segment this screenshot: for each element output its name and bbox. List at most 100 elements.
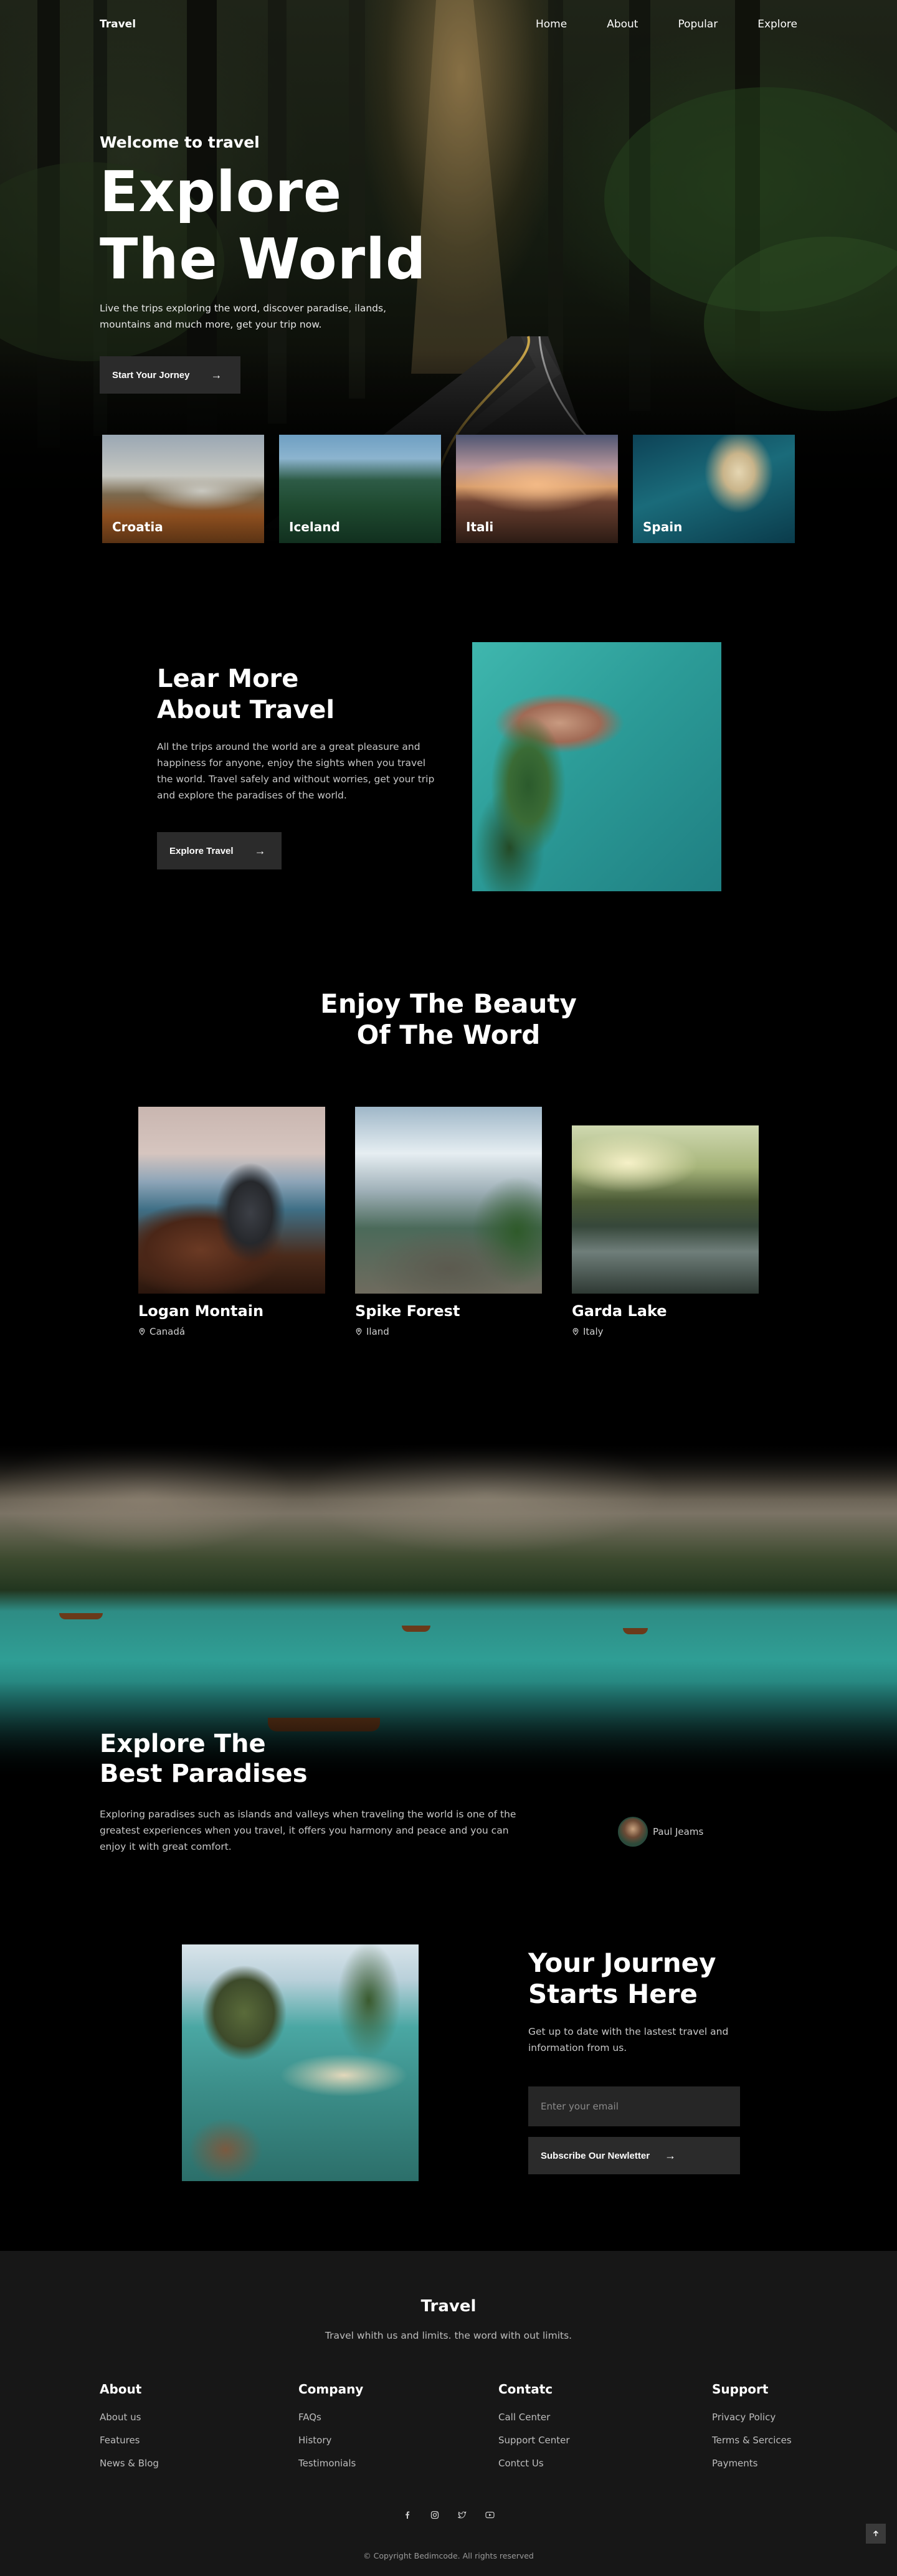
destination-label: Spain (643, 519, 683, 534)
start-journey-button[interactable]: Start Your Jorney → (100, 356, 240, 394)
destination-card-iceland[interactable]: Iceland (279, 435, 441, 543)
place-card[interactable]: Logan Montain Canadá (138, 1107, 325, 1337)
arrow-right-icon: → (211, 368, 222, 381)
journey-description: Get up to date with the lastest travel a… (528, 2026, 729, 2053)
footer-link[interactable]: Features (100, 2435, 159, 2446)
place-location-text: Iland (366, 1326, 389, 1337)
place-image (572, 1125, 759, 1294)
subscribe-button[interactable]: Subscribe Our Newletter → (528, 2137, 740, 2174)
arrow-up-icon (873, 2530, 879, 2536)
place-card[interactable]: Garda Lake Italy (572, 1125, 759, 1337)
footer-column-title: Support (712, 2382, 769, 2397)
location-pin-icon (139, 1328, 145, 1335)
place-location: Italy (572, 1326, 759, 1337)
place-name: Spike Forest (355, 1302, 460, 1320)
destination-label: Itali (466, 519, 494, 534)
footer-link[interactable]: Support Center (498, 2435, 570, 2446)
youtube-icon[interactable] (485, 2510, 495, 2520)
arrow-right-icon: → (665, 2149, 676, 2162)
paradise-fade-top (0, 1444, 897, 1500)
beauty-title-line2: Of The Word (356, 1020, 541, 1050)
footer: Travel Travel whith us and limits. the w… (0, 2251, 897, 2576)
footer-link[interactable]: Contct Us (498, 2458, 570, 2469)
social-links (399, 2510, 498, 2520)
footer-link[interactable]: Privacy Policy (712, 2412, 792, 2423)
paradise-title-line1: Explore The (100, 1730, 266, 1758)
footer-column-title: About (100, 2382, 142, 2397)
place-image (138, 1107, 325, 1294)
destination-card-spain[interactable]: Spain (633, 435, 795, 543)
arrow-right-icon: → (254, 844, 266, 857)
footer-link[interactable]: News & Blog (100, 2458, 159, 2469)
explore-travel-button[interactable]: Explore Travel → (157, 832, 282, 869)
explore-travel-label: Explore Travel (169, 845, 234, 856)
destination-card-croatia[interactable]: Croatia (102, 435, 264, 543)
footer-logo[interactable]: Travel (0, 2297, 897, 2316)
nav-item-explore[interactable]: Explore (757, 18, 797, 31)
destination-label: Croatia (112, 519, 163, 534)
nav-logo[interactable]: Travel (100, 18, 136, 31)
paradise-description: Exploring paradises such as islands and … (100, 1809, 516, 1852)
place-location: Canadá (138, 1326, 325, 1337)
footer-column-company: Company FAQs History Testimonials (298, 2382, 363, 2481)
aerial-island-image (472, 642, 721, 891)
footer-column-support: Support Privacy Policy Terms & Sercices … (712, 2382, 792, 2481)
location-pin-icon (356, 1328, 362, 1335)
footer-column-about: About About us Features News & Blog (100, 2382, 159, 2481)
author-name: Paul Jeams (653, 1826, 704, 1837)
start-journey-label: Start Your Jorney (112, 369, 190, 381)
learn-more-title-line2: About Travel (157, 696, 335, 724)
paradise-title-line2: Best Paradises (100, 1759, 308, 1788)
place-card[interactable]: Spike Forest Iland (355, 1107, 542, 1337)
hero-title-line2: The World (100, 227, 427, 292)
place-location: Iland (355, 1326, 542, 1337)
main-nav: Home About Popular Explore (536, 18, 797, 31)
footer-link[interactable]: Testimonials (298, 2458, 363, 2469)
place-image (355, 1107, 542, 1294)
learn-more-description: All the trips around the world are a gre… (157, 741, 435, 801)
avatar (618, 1817, 648, 1847)
footer-link[interactable]: Call Center (498, 2412, 570, 2423)
footer-link[interactable]: FAQs (298, 2412, 363, 2423)
boat-shape (623, 1628, 648, 1634)
facebook-icon[interactable] (402, 2510, 412, 2520)
hero-description: Live the trips exploring the word, disco… (100, 303, 387, 330)
footer-tagline: Travel whith us and limits. the word wit… (325, 2330, 572, 2341)
subscribe-label: Subscribe Our Newletter (541, 2150, 650, 2161)
footer-link[interactable]: About us (100, 2412, 159, 2423)
nav-item-about[interactable]: About (607, 18, 638, 31)
hero-kicker: Welcome to travel (100, 133, 260, 151)
beauty-title-line1: Enjoy The Beauty (320, 988, 577, 1019)
place-name: Garda Lake (572, 1302, 667, 1320)
footer-link[interactable]: History (298, 2435, 363, 2446)
journey-title-line1: Your Journey (528, 1948, 716, 1978)
nav-item-popular[interactable]: Popular (678, 18, 718, 31)
place-location-text: Canadá (150, 1326, 186, 1337)
boat-shape (59, 1613, 103, 1619)
footer-link[interactable]: Payments (712, 2458, 792, 2469)
nav-item-home[interactable]: Home (536, 18, 567, 31)
destination-label: Iceland (289, 519, 340, 534)
destination-cards: Croatia Iceland Itali Spain (102, 435, 795, 543)
footer-column-contact: Contatc Call Center Support Center Contc… (498, 2382, 570, 2481)
coast-island-image (182, 1944, 419, 2181)
boat-shape (402, 1626, 430, 1632)
paradise-title: Explore The Best Paradises (100, 1729, 308, 1789)
author: Paul Jeams (618, 1817, 703, 1847)
hero-title-line1: Explore (100, 159, 343, 225)
beauty-title: Enjoy The Beauty Of The Word (0, 988, 897, 1051)
footer-link[interactable]: Terms & Sercices (712, 2435, 792, 2446)
location-pin-icon (572, 1328, 579, 1335)
learn-more-title: Lear More About Travel (157, 663, 335, 726)
destination-card-itali[interactable]: Itali (456, 435, 618, 543)
learn-more-title-line1: Lear More (157, 665, 299, 693)
footer-column-title: Company (298, 2382, 364, 2397)
scroll-to-top-button[interactable] (866, 2524, 886, 2544)
journey-title-line2: Starts Here (528, 1979, 698, 2009)
place-name: Logan Montain (138, 1302, 264, 1320)
place-location-text: Italy (583, 1326, 604, 1337)
instagram-icon[interactable] (430, 2510, 440, 2520)
twitter-icon[interactable] (457, 2510, 467, 2520)
email-field[interactable] (528, 2086, 740, 2126)
copyright: © Copyright Bedimcode. All rights reserv… (363, 2551, 534, 2560)
